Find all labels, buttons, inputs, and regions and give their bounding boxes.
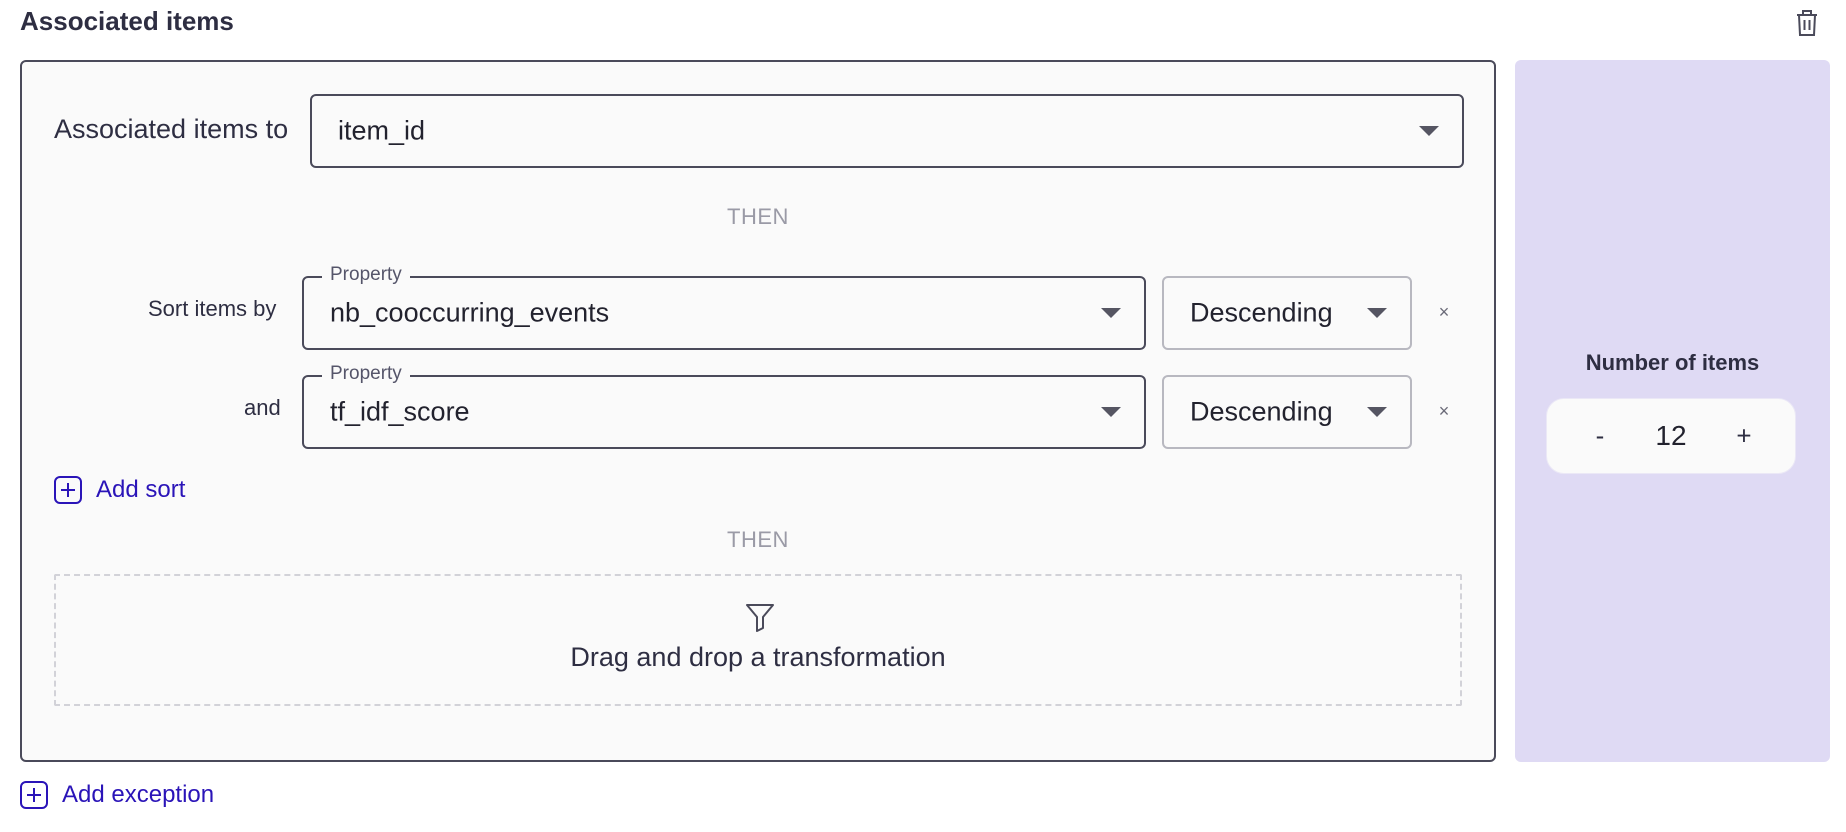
association-panel: Associated items to item_id THEN Sort it… (20, 60, 1496, 762)
chevron-down-icon (1101, 308, 1121, 318)
associated-items-select[interactable]: item_id (310, 94, 1464, 168)
associated-items-value: item_id (338, 115, 426, 146)
trash-icon[interactable] (1793, 8, 1821, 38)
sort-order-select[interactable]: Descending (1162, 276, 1412, 350)
then-divider: THEN (727, 527, 789, 552)
remove-sort-button[interactable]: × (1434, 302, 1454, 322)
sort-property-select[interactable]: Property tf_idf_score (302, 363, 1146, 449)
sort-prefix-label: Sort items by (148, 296, 277, 321)
property-legend: Property (322, 363, 410, 385)
transformation-dropzone[interactable]: Drag and drop a transformation (54, 574, 1462, 706)
section-title: Associated items (20, 6, 234, 36)
sort-prefix-label: and (244, 395, 281, 420)
number-of-items-panel: Number of items - 12 + (1515, 60, 1830, 762)
sort-order-value: Descending (1190, 396, 1333, 427)
sort-property-select[interactable]: Property nb_cooccurring_events (302, 264, 1146, 350)
sort-order-select[interactable]: Descending (1162, 375, 1412, 449)
chevron-down-icon (1101, 407, 1121, 417)
add-exception-button[interactable]: Add exception (20, 781, 214, 809)
chevron-down-icon (1367, 308, 1387, 318)
sort-property-value: nb_cooccurring_events (330, 297, 610, 328)
dropzone-text: Drag and drop a transformation (570, 642, 946, 672)
sort-order-value: Descending (1190, 297, 1333, 328)
remove-sort-button[interactable]: × (1434, 401, 1454, 421)
sort-property-value: tf_idf_score (330, 396, 470, 427)
plus-icon (20, 781, 48, 809)
property-legend: Property (322, 264, 410, 286)
then-divider: THEN (727, 204, 789, 229)
add-sort-button[interactable]: Add sort (54, 476, 185, 504)
associated-items-label: Associated items to (54, 114, 289, 144)
filter-icon (746, 604, 774, 632)
increment-button[interactable]: + (1729, 421, 1759, 452)
plus-icon (54, 476, 82, 504)
number-of-items-title: Number of items (1585, 350, 1760, 375)
number-of-items-stepper: - 12 + (1546, 398, 1796, 474)
add-sort-label: Add sort (96, 476, 186, 503)
chevron-down-icon (1367, 407, 1387, 417)
add-exception-label: Add exception (62, 781, 215, 808)
chevron-down-icon (1419, 126, 1439, 136)
